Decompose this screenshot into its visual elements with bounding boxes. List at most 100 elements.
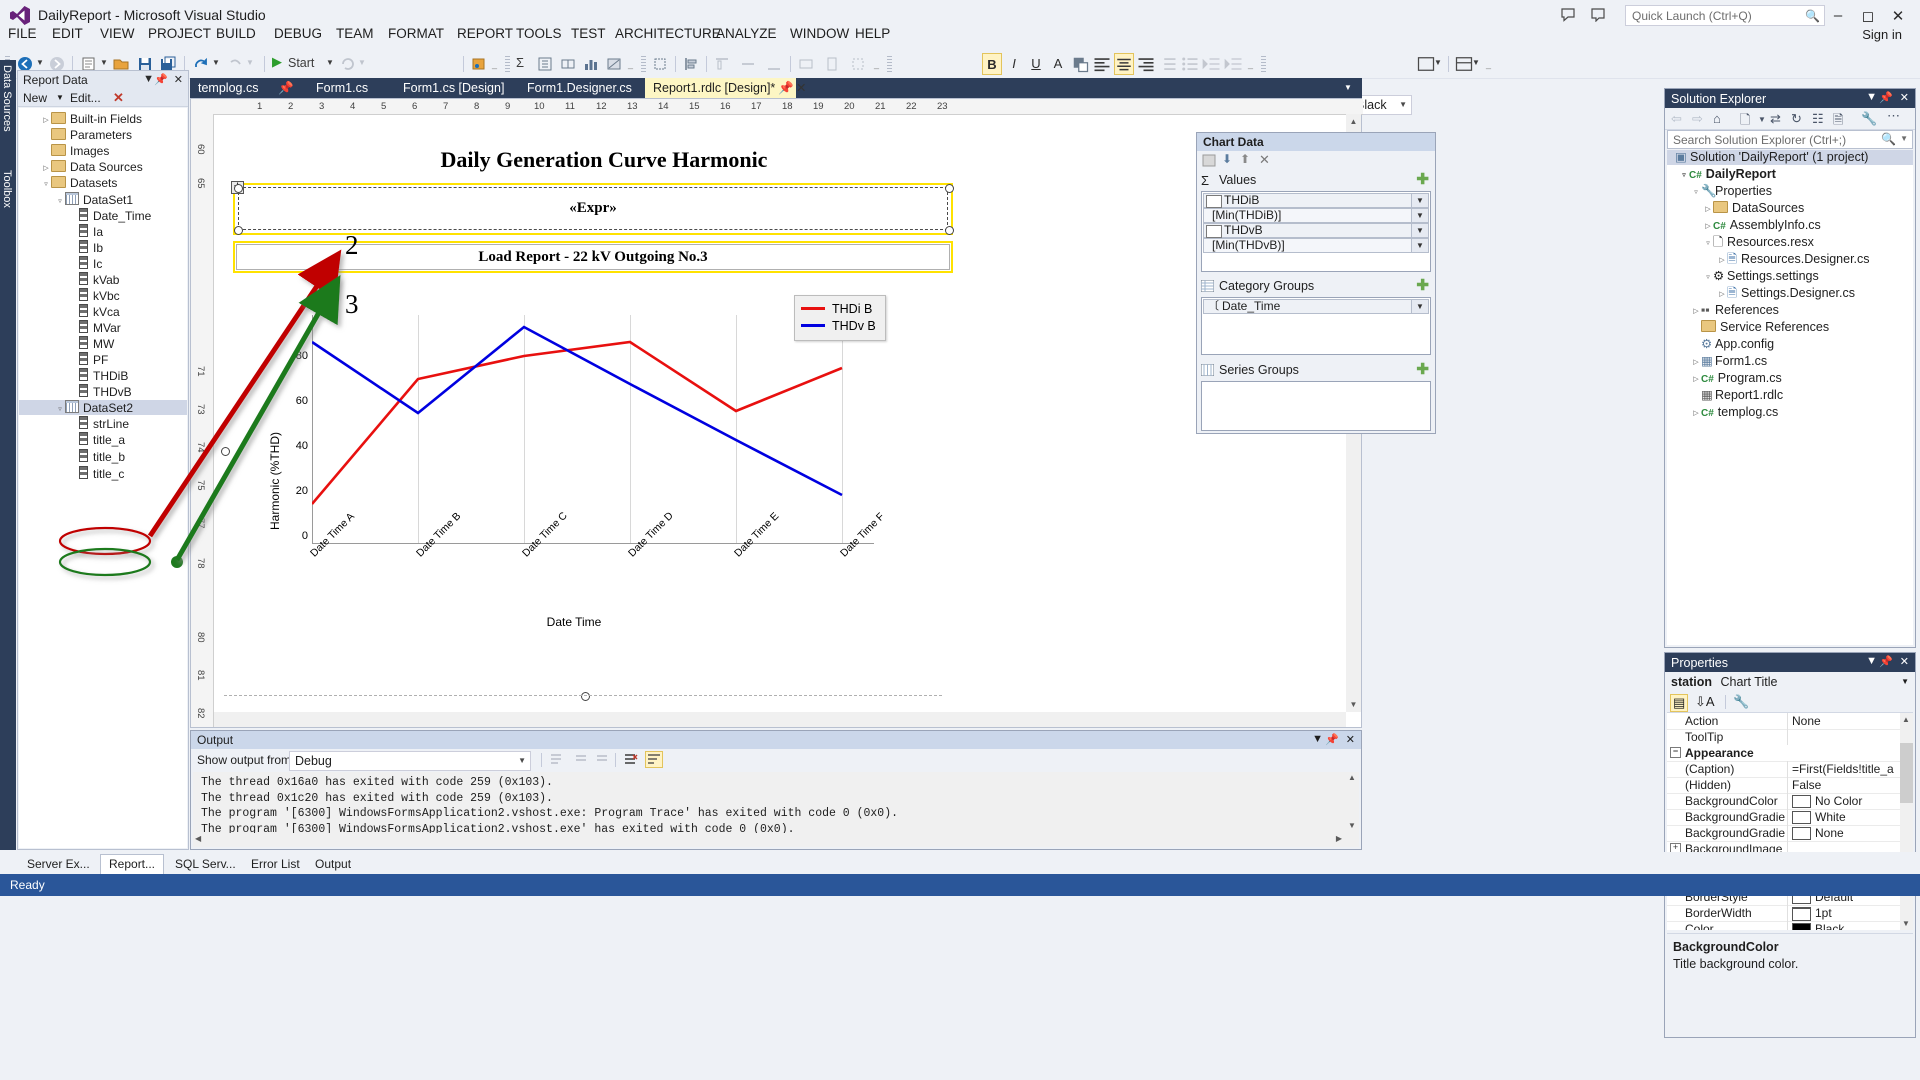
se-expander-2[interactable]: ▿ [1691, 185, 1701, 200]
object-dropdown-icon[interactable]: ▼ [1901, 677, 1909, 686]
tree-field-title-b[interactable]: title_b [19, 449, 125, 464]
prop-value[interactable]: None [1815, 826, 1844, 840]
tree-node-data-sources[interactable]: ▷Data Sources [19, 160, 187, 175]
tree-field-kvab[interactable]: kVab [19, 272, 119, 287]
menu-file[interactable]: FILE [8, 26, 37, 41]
menu-debug[interactable]: DEBUG [274, 26, 322, 41]
property-pages-icon[interactable]: 🔧 [1733, 694, 1749, 710]
tree-node-built-in-fields[interactable]: ▷Built-in Fields [19, 112, 187, 127]
tree-field-kvbc[interactable]: kVbc [19, 288, 120, 303]
properties-grid[interactable]: ActionNone ToolTip −Appearance (Caption)… [1667, 713, 1913, 930]
subtitle-textbox[interactable]: Load Report - 22 kV Outgoing No.3 [236, 244, 950, 270]
prop-row-action[interactable]: ActionNone [1667, 713, 1913, 730]
toolbar-more-3[interactable]: _ [874, 59, 879, 79]
sync-icon[interactable]: ⇄ [1770, 111, 1781, 127]
collapse-icon[interactable]: − [1670, 747, 1681, 758]
layout-icon[interactable] [1454, 53, 1474, 75]
se-expander-5[interactable]: ▿ [1703, 236, 1713, 251]
delete-icon[interactable]: ✕ [1259, 152, 1270, 168]
se-node-resources-designer[interactable]: ▷🗎Resources.Designer.cs [1667, 252, 1870, 267]
expander-icon-3[interactable]: ▿ [41, 177, 51, 192]
panel-dropdown-icon[interactable]: ▼ [143, 73, 154, 85]
tab-form1-designer-cs[interactable]: Form1.Designer.cs [519, 78, 640, 98]
tab-templog-cs[interactable]: templog.cs [190, 78, 266, 98]
align-text-right-icon[interactable] [1136, 53, 1156, 75]
maximize-button[interactable]: ◻ [1857, 7, 1879, 25]
se-node-assemblyinfo[interactable]: ▷C#AssemblyInfo.cs [1667, 218, 1821, 233]
se-node-app-config[interactable]: ⚙App.config [1667, 337, 1774, 352]
categorized-view-icon[interactable]: ▤ [1670, 694, 1688, 712]
se-node-service-references[interactable]: Service References [1667, 320, 1829, 335]
bottom-tab-error-list[interactable]: Error List [242, 854, 309, 875]
output-scroll-left-icon[interactable]: ◀ [195, 834, 201, 843]
category-group-date-time[interactable]: 〔 Date_Time ▼ [1203, 299, 1429, 314]
se-expander-11[interactable]: ▷ [1691, 372, 1701, 387]
se-expander-9[interactable]: ▷ [1691, 304, 1701, 319]
tree-field-mvar[interactable]: MVar [19, 320, 121, 335]
se-node-settings-designer[interactable]: ▷🗎Settings.Designer.cs [1667, 286, 1855, 301]
collapse-all-icon[interactable]: ☷ [1812, 111, 1824, 127]
expander-icon[interactable]: ▷ [41, 113, 51, 128]
tree-node-dataset1[interactable]: ▿DataSet1 [19, 192, 187, 207]
tree-node-images[interactable]: Images [19, 144, 187, 159]
solution-tree[interactable]: ▣Solution 'DailyReport' (1 project) ▿C#D… [1667, 150, 1913, 645]
prop-value[interactable]: 1pt [1815, 906, 1832, 920]
se-node-solution[interactable]: ▣Solution 'DailyReport' (1 project) [1667, 150, 1913, 165]
se-node-form1-cs[interactable]: ▷▦Form1.cs [1667, 354, 1767, 369]
move-up-icon[interactable]: ⬆ [1240, 152, 1250, 166]
width-swatch[interactable] [1792, 907, 1811, 921]
start-dropdown[interactable]: ▼ [326, 58, 334, 78]
tree-field-title-a[interactable]: title_a [19, 432, 125, 447]
expr-textbox[interactable]: «Expr» [238, 187, 948, 230]
resize-handle-bl[interactable] [234, 226, 243, 235]
tree-field-title-c[interactable]: title_c [19, 466, 124, 481]
menu-edit[interactable]: EDIT [52, 26, 83, 41]
feedback-icon[interactable] [1560, 8, 1576, 22]
resize-handle-br[interactable] [945, 226, 954, 235]
new-file-dropdown-icon[interactable]: ▼ [1758, 115, 1766, 124]
delete-button[interactable]: ✕ [113, 90, 124, 106]
pin-icon[interactable]: 📌 [154, 73, 168, 86]
properties-icon[interactable] [1202, 154, 1216, 167]
tree-field-strline[interactable]: strLine [19, 416, 129, 431]
add-column-icon[interactable] [560, 54, 576, 74]
values-list[interactable]: THDiB▼ [Min(THDiB)]▼ THDvB▼ [Min(THDvB)]… [1201, 191, 1431, 272]
prop-category-appearance[interactable]: −Appearance [1667, 745, 1913, 762]
se-node-references[interactable]: ▷▪▪References [1667, 303, 1779, 318]
se-expander-7[interactable]: ▿ [1703, 270, 1713, 285]
props-dropdown-icon[interactable]: ▼ [1866, 655, 1877, 667]
se-expander[interactable]: ▿ [1679, 168, 1689, 183]
category-dropdown-icon[interactable]: ▼ [1411, 300, 1428, 313]
value-item-min-thdib[interactable]: [Min(THDiB)]▼ [1203, 208, 1429, 223]
se-dropdown-icon[interactable]: ▼ [1866, 91, 1877, 103]
output-horizontal-scrollbar[interactable]: ◀ ▶ [193, 833, 1344, 847]
move-down-icon[interactable]: ⬇ [1222, 152, 1232, 166]
resize-handle-tl[interactable] [234, 184, 243, 193]
report-title-textbox[interactable]: Daily Generation Curve Harmonic [374, 147, 834, 173]
se-overflow-icon[interactable]: ⋯ [1887, 108, 1900, 124]
tree-field-mw[interactable]: MW [19, 336, 114, 351]
tree-field-ib[interactable]: Ib [19, 240, 103, 255]
menu-help[interactable]: HELP [855, 26, 890, 41]
chevron-down-icon-7[interactable]: ▼ [1399, 100, 1407, 109]
toolbar-more-1[interactable]: _ [492, 59, 497, 79]
output-pin-icon[interactable]: 📌 [1325, 733, 1339, 746]
add-series-group-button[interactable]: ✚ [1416, 360, 1429, 378]
se-close-icon[interactable]: ✕ [1900, 91, 1909, 104]
output-scroll-down-icon[interactable]: ▼ [1348, 821, 1356, 830]
background-color-icon[interactable] [1070, 53, 1090, 75]
tab-form1-cs-design[interactable]: Form1.cs [Design] [395, 78, 512, 98]
se-node-datasources[interactable]: ▷DataSources [1667, 201, 1804, 216]
new-button[interactable]: New [23, 91, 47, 105]
value-dropdown-icon-4[interactable]: ▼ [1411, 239, 1428, 252]
dock-tab-toolbox[interactable]: Toolbox [1, 170, 13, 208]
body-resize-handle-left[interactable] [221, 447, 230, 456]
close-button[interactable]: ✕ [1887, 7, 1909, 25]
menu-build[interactable]: BUILD [216, 26, 256, 41]
tree-field-ia[interactable]: Ia [19, 224, 103, 239]
align-text-left-icon[interactable] [1092, 53, 1112, 75]
menu-team[interactable]: TEAM [336, 26, 374, 41]
se-expander-3[interactable]: ▷ [1703, 202, 1713, 217]
tree-node-dataset2[interactable]: ▿DataSet2 [19, 400, 187, 415]
borders-icon[interactable] [1416, 53, 1436, 75]
